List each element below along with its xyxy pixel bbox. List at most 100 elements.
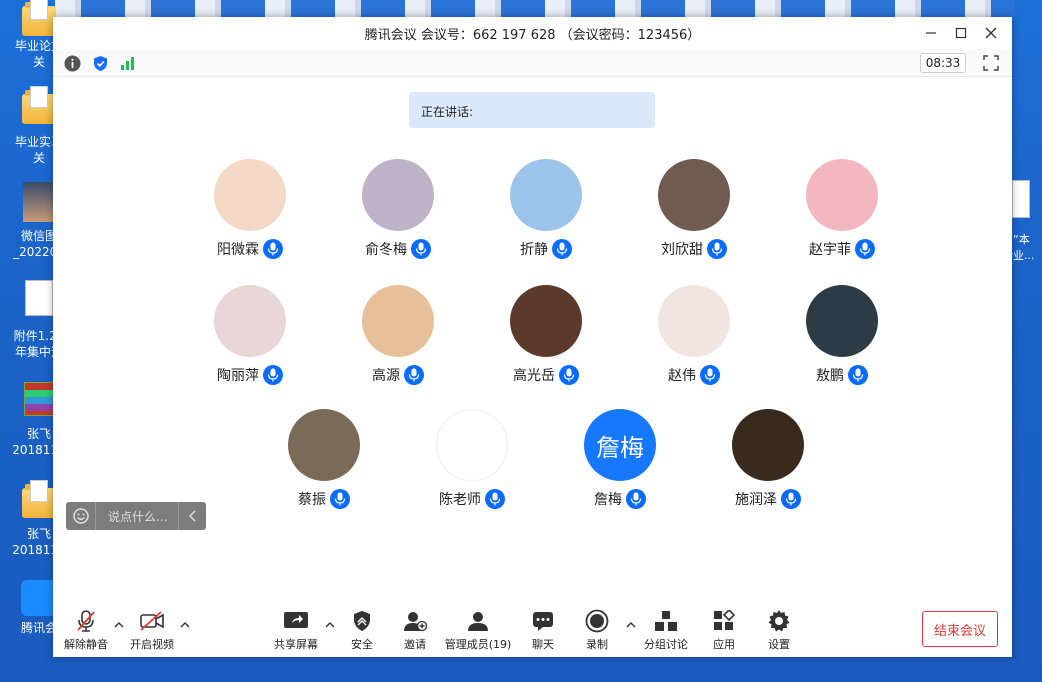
avatar bbox=[658, 159, 730, 231]
invite-button[interactable]: 邀请 bbox=[395, 609, 435, 652]
start-video-label: 开启视频 bbox=[130, 638, 174, 651]
record-options-caret[interactable] bbox=[626, 621, 636, 632]
speaking-indicator: 正在讲话: bbox=[409, 92, 655, 128]
participant-name: 高光岳 bbox=[513, 368, 555, 384]
folder-icon bbox=[22, 0, 56, 36]
microphone-icon bbox=[267, 242, 279, 256]
close-button[interactable] bbox=[976, 17, 1006, 49]
collapse-chat-button[interactable] bbox=[178, 502, 206, 530]
video-options-caret[interactable] bbox=[180, 621, 190, 632]
microphone-status-icon bbox=[848, 365, 868, 385]
participant-tile[interactable]: 詹梅 詹梅 bbox=[550, 409, 690, 509]
participant-name: 赵伟 bbox=[668, 368, 696, 384]
participant-tile[interactable]: 蔡振 bbox=[254, 409, 394, 509]
participant-tile[interactable]: 刘欣甜 bbox=[624, 159, 764, 259]
manage-members-label: 管理成员(19) bbox=[444, 638, 512, 651]
microphone-status-icon bbox=[781, 489, 801, 509]
microphone-status-icon bbox=[404, 365, 424, 385]
participant-name-row: 施润泽 bbox=[698, 489, 838, 509]
participant-name: 赵宇菲 bbox=[809, 242, 851, 258]
unmute-button[interactable]: 解除静音 bbox=[63, 609, 109, 652]
record-label: 录制 bbox=[586, 638, 608, 651]
microphone-status-icon bbox=[263, 365, 283, 385]
share-screen-button[interactable]: 共享屏幕 bbox=[272, 609, 320, 652]
participant-tile[interactable]: 敖鹏 bbox=[772, 285, 912, 385]
minimize-button[interactable] bbox=[916, 17, 946, 49]
archive-file-icon bbox=[24, 382, 54, 416]
avatar bbox=[436, 409, 508, 481]
network-status-button[interactable] bbox=[119, 55, 136, 72]
meeting-window: 腾讯会议 会议号：662 197 628 （会议密码：123456） 08:33 bbox=[53, 17, 1012, 657]
emoji-button[interactable] bbox=[66, 502, 96, 530]
participant-name-row: 陈老师 bbox=[402, 489, 542, 509]
audio-options-caret[interactable] bbox=[114, 621, 124, 632]
participant-name: 刘欣甜 bbox=[661, 242, 703, 258]
window-title: 腾讯会议 会议号：662 197 628 （会议密码：123456） bbox=[364, 27, 701, 43]
participant-name-row: 阳微霖 bbox=[180, 239, 320, 259]
chat-button[interactable]: 聊天 bbox=[523, 609, 563, 652]
chevron-up-icon bbox=[180, 622, 190, 628]
participant-name-row: 高光岳 bbox=[476, 365, 616, 385]
minimize-icon bbox=[926, 32, 936, 34]
participant-name-row: 敖鹏 bbox=[772, 365, 912, 385]
share-options-caret[interactable] bbox=[325, 621, 335, 632]
participant-name: 高源 bbox=[372, 368, 400, 384]
quick-chat-input[interactable]: 说点什么... bbox=[96, 508, 178, 525]
fullscreen-button[interactable] bbox=[982, 54, 1000, 72]
members-icon bbox=[468, 612, 488, 631]
desktop-icon-right-partial[interactable]: ：“本 毕业... bbox=[1002, 180, 1042, 264]
meeting-info-button[interactable] bbox=[64, 55, 81, 72]
participant-tile[interactable]: 高源 bbox=[328, 285, 468, 385]
record-button[interactable]: 录制 bbox=[577, 609, 617, 652]
security-status-button[interactable] bbox=[92, 55, 109, 72]
security-button[interactable]: 安全 bbox=[342, 609, 382, 652]
record-icon bbox=[585, 609, 609, 633]
participant-name: 詹梅 bbox=[594, 492, 622, 508]
folder-icon bbox=[22, 480, 56, 518]
avatar bbox=[658, 285, 730, 357]
microphone-icon bbox=[334, 492, 346, 506]
manage-members-button[interactable]: 管理成员(19) bbox=[443, 609, 513, 652]
participant-tile[interactable]: 赵宇菲 bbox=[772, 159, 912, 259]
participant-tile[interactable]: 俞冬梅 bbox=[328, 159, 468, 259]
participant-tile[interactable]: 高光岳 bbox=[476, 285, 616, 385]
unmute-label: 解除静音 bbox=[64, 638, 108, 651]
participant-name: 敖鹏 bbox=[816, 368, 844, 384]
avatar bbox=[510, 159, 582, 231]
avatar bbox=[288, 409, 360, 481]
avatar bbox=[214, 285, 286, 357]
avatar bbox=[510, 285, 582, 357]
microphone-icon bbox=[704, 368, 716, 382]
maximize-icon bbox=[955, 27, 967, 39]
image-file-icon bbox=[23, 182, 55, 222]
chevron-up-icon bbox=[114, 622, 124, 628]
participant-tile[interactable]: 阳微霖 bbox=[180, 159, 320, 259]
quick-chat-bar[interactable]: 说点什么... bbox=[66, 502, 206, 530]
settings-button[interactable]: 设置 bbox=[759, 609, 799, 652]
participant-tile[interactable]: 赵伟 bbox=[624, 285, 764, 385]
participant-name-row: 俞冬梅 bbox=[328, 239, 468, 259]
apps-label: 应用 bbox=[713, 638, 735, 651]
microphone-status-icon bbox=[626, 489, 646, 509]
microphone-icon bbox=[408, 368, 420, 382]
avatar-initials: 詹梅 bbox=[596, 433, 644, 462]
avatar bbox=[362, 159, 434, 231]
invite-label: 邀请 bbox=[404, 638, 426, 651]
start-video-button[interactable]: 开启视频 bbox=[129, 609, 175, 652]
maximize-button[interactable] bbox=[946, 17, 976, 49]
share-screen-icon bbox=[284, 612, 308, 628]
end-meeting-button[interactable]: 结束会议 bbox=[922, 611, 998, 647]
participant-name-row: 詹梅 bbox=[550, 489, 690, 509]
document-file-icon bbox=[1012, 180, 1030, 218]
chat-label: 聊天 bbox=[532, 638, 554, 651]
apps-button[interactable]: 应用 bbox=[704, 609, 744, 652]
participant-name: 俞冬梅 bbox=[365, 242, 407, 258]
document-file-icon bbox=[25, 280, 53, 316]
participant-tile[interactable]: 陶丽萍 bbox=[180, 285, 320, 385]
breakout-rooms-button[interactable]: 分组讨论 bbox=[643, 609, 689, 652]
participant-tile[interactable]: 施润泽 bbox=[698, 409, 838, 509]
participant-tile[interactable]: 陈老师 bbox=[402, 409, 542, 509]
microphone-status-icon bbox=[700, 365, 720, 385]
participant-name: 折静 bbox=[520, 242, 548, 258]
participant-tile[interactable]: 折静 bbox=[476, 159, 616, 259]
